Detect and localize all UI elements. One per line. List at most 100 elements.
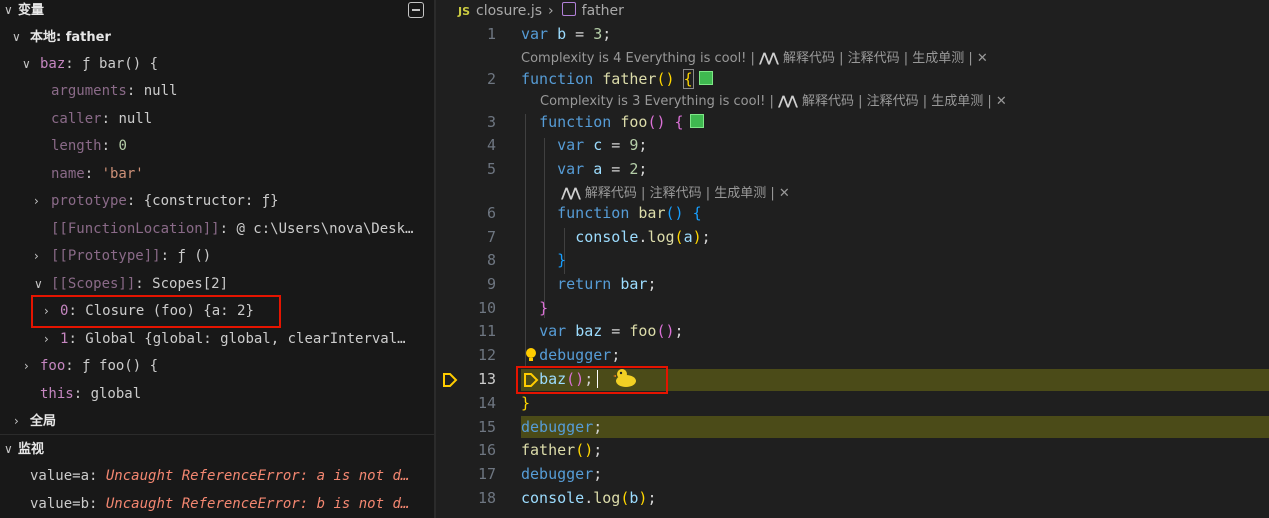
code-line[interactable]: var b = 3; (521, 25, 611, 43)
watch-expression: value=b: (30, 496, 98, 512)
chevron-right-icon: › (548, 3, 554, 19)
var-key: foo (40, 358, 66, 374)
global-scope-label: 全局 (30, 414, 57, 429)
var-scopes-row[interactable]: ∨ [[Scopes]]: Scopes[2] (0, 271, 434, 298)
scope-global-row[interactable]: › 1: Global {global: global, clearInterv… (0, 326, 434, 353)
local-scope-row[interactable]: ∨ 本地: father (0, 24, 434, 51)
section-divider (0, 434, 434, 435)
chevron-down-icon: ∨ (12, 30, 21, 44)
line-number: 14 (477, 394, 496, 412)
line-number: 3 (486, 113, 496, 131)
codelens[interactable]: ⋀⋀ 解释代码 | 注释代码 | 生成单测 | ✕ (561, 182, 790, 201)
local-scope-label: 本地: father (30, 30, 111, 45)
code-line[interactable]: return bar; (521, 275, 656, 293)
code-line[interactable]: console.log(b); (521, 489, 656, 507)
watch-item[interactable]: value=b: Uncaught ReferenceError: b is n… (0, 491, 434, 518)
watch-section-header[interactable]: ∨ 监视 (0, 436, 434, 463)
codelens-complexity[interactable]: Complexity is 3 Everything is cool! | (540, 94, 778, 109)
collapse-all-icon[interactable] (408, 2, 424, 18)
watch-item[interactable]: value=a: Uncaught ReferenceError: a is n… (0, 463, 434, 490)
debug-sidebar: ∨ 变量 ∨ 本地: father ∨ baz: ƒ bar() { argum… (0, 0, 434, 518)
code-line[interactable]: debugger; (521, 465, 602, 483)
breadcrumb-file[interactable]: closure.js (476, 3, 542, 19)
var-key: arguments (51, 83, 127, 99)
var-key: baz (40, 56, 66, 72)
code-line[interactable]: } (521, 251, 566, 269)
var-key: caller (51, 111, 102, 127)
var-key: [[FunctionLocation]] (51, 221, 220, 237)
var-baz-row[interactable]: ∨ baz: ƒ bar() { (0, 51, 434, 78)
var-value: ƒ foo() { (82, 358, 159, 374)
var-key: [[Scopes]] (51, 276, 136, 292)
code-line[interactable]: function father() { (521, 69, 713, 89)
code-line[interactable]: } (521, 299, 548, 317)
var-value: 0 (118, 138, 127, 154)
breadcrumb: JS closure.js › father (458, 0, 624, 22)
code-line[interactable]: } (521, 394, 530, 412)
line-number: 11 (477, 322, 496, 340)
var-key: prototype (51, 193, 127, 209)
var-function-location-row[interactable]: [[FunctionLocation]]: @ c:\Users\nova\De… (0, 216, 434, 243)
code-line[interactable]: var baz = foo(); (521, 322, 684, 340)
color-swatch-icon (698, 71, 713, 85)
line-number: 7 (486, 228, 496, 246)
var-value: 'bar' (101, 166, 144, 182)
chevron-down-icon: ∨ (22, 57, 31, 71)
chevron-right-icon: › (24, 359, 29, 373)
codelens[interactable]: Complexity is 3 Everything is cool! | ⋀⋀… (540, 90, 1007, 109)
ai-logo-icon: ⋀⋀ (561, 186, 581, 201)
var-value: global (90, 386, 142, 402)
highlight-box (516, 366, 668, 394)
chevron-right-icon: › (34, 194, 39, 208)
line-number: 10 (477, 299, 496, 317)
watch-error: Uncaught ReferenceError: b is not d… (105, 496, 410, 512)
variables-title: 变量 (18, 3, 45, 18)
variables-section-header[interactable]: ∨ 变量 (0, 0, 434, 24)
chevron-right-icon: › (44, 332, 49, 346)
var-prototype-internal-row[interactable]: › [[Prototype]]: ƒ () (0, 243, 434, 270)
code-editor[interactable]: JS closure.js › father 1 2 3 4 5 6 7 8 9 10… (436, 0, 1269, 518)
var-this-row[interactable]: this: global (0, 381, 434, 408)
global-scope-row[interactable]: › 全局 (0, 408, 434, 435)
line-number: 17 (477, 465, 496, 483)
chevron-down-icon: ∨ (4, 3, 13, 17)
code-line[interactable]: father(); (521, 441, 602, 459)
line-number: 15 (477, 418, 496, 436)
var-value: ƒ () (177, 248, 212, 264)
line-number: 16 (477, 441, 496, 459)
var-key: length (51, 138, 102, 154)
code-line[interactable]: var a = 2; (521, 160, 647, 178)
codelens[interactable]: Complexity is 4 Everything is cool! | ⋀⋀… (521, 47, 988, 66)
var-caller-row[interactable]: caller: null (0, 106, 434, 133)
line-number: 2 (486, 70, 496, 88)
codelens-actions[interactable]: 解释代码 | 注释代码 | 生成单测 | ✕ (783, 51, 988, 66)
var-key: [[Prototype]] (51, 248, 161, 264)
code-line[interactable]: console.log(a); (521, 228, 710, 246)
watch-error: Uncaught ReferenceError: a is not d… (105, 468, 410, 484)
ai-logo-icon: ⋀⋀ (778, 94, 798, 109)
var-value: {constructor: ƒ} (143, 193, 279, 209)
code-line[interactable]: debugger; (521, 418, 602, 436)
chevron-right-icon: › (14, 414, 19, 428)
line-number: 6 (486, 204, 496, 222)
var-prototype-row[interactable]: › prototype: {constructor: ƒ} (0, 188, 434, 215)
line-number: 12 (477, 346, 496, 364)
var-arguments-row[interactable]: arguments: null (0, 78, 434, 105)
var-value: ƒ bar() { (82, 56, 159, 72)
ai-logo-icon: ⋀⋀ (759, 51, 779, 66)
code-line[interactable]: function foo() { (521, 113, 704, 131)
var-length-row[interactable]: length: 0 (0, 133, 434, 160)
var-value[interactable]: @ c:\Users\nova\Desk… (236, 221, 413, 237)
var-foo-row[interactable]: › foo: ƒ foo() { (0, 353, 434, 380)
code-line[interactable]: debugger; (521, 346, 620, 364)
codelens-complexity[interactable]: Complexity is 4 Everything is cool! | (521, 51, 759, 66)
code-line[interactable]: function bar() { (521, 204, 702, 222)
var-name-row[interactable]: name: 'bar' (0, 161, 434, 188)
var-value: Global {global: global, clearInterval… (85, 331, 406, 347)
highlight-box (31, 295, 281, 328)
breadcrumb-symbol[interactable]: father (582, 3, 624, 19)
chevron-right-icon: › (34, 249, 39, 263)
codelens-actions[interactable]: 解释代码 | 注释代码 | 生成单测 | ✕ (585, 186, 790, 201)
codelens-actions[interactable]: 解释代码 | 注释代码 | 生成单测 | ✕ (802, 94, 1007, 109)
code-line[interactable]: var c = 9; (521, 136, 647, 154)
